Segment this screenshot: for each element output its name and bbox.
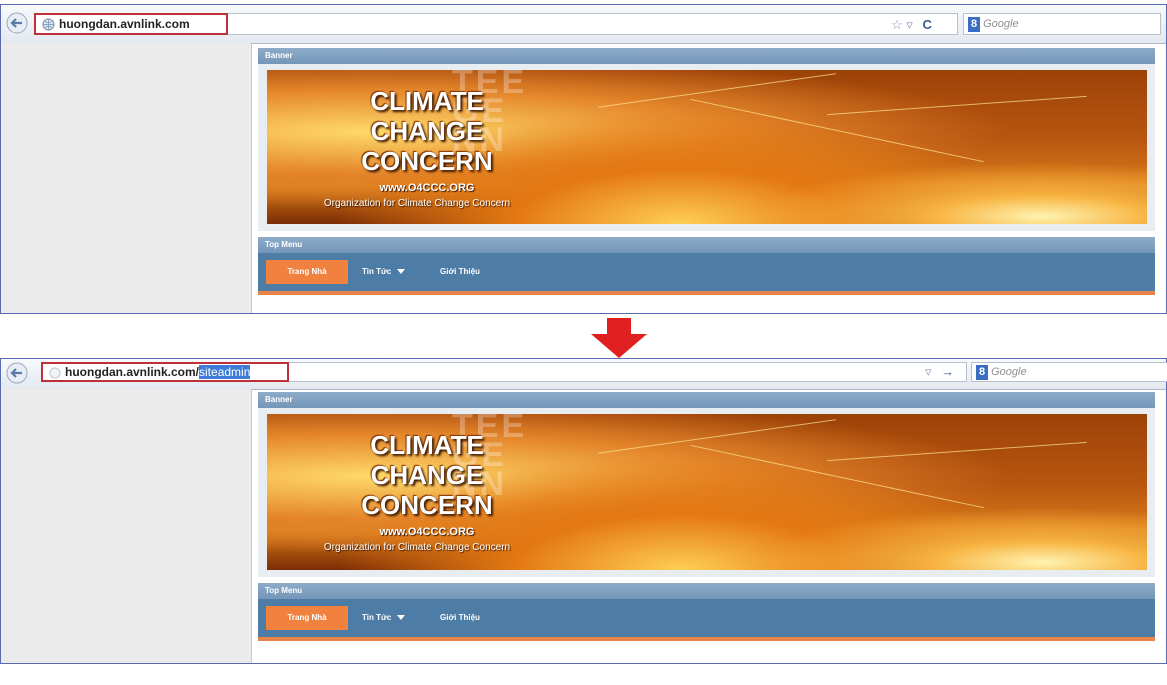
google-search-icon[interactable]: 8 xyxy=(968,17,981,32)
search-placeholder: Google xyxy=(991,366,1027,378)
banner-title-line2: CHANGE xyxy=(370,116,484,146)
menu-item-news[interactable]: Tin Tức xyxy=(362,606,406,630)
banner-title-line1: CLIMATE xyxy=(370,430,484,460)
banner-title-line2: CHANGE xyxy=(370,460,484,490)
sidebar xyxy=(1,43,252,313)
banner-title-line3: CONCERN xyxy=(361,146,493,176)
screenshot-after: huongdan.avnlink.com/siteadmin ▿ → 8 Goog… xyxy=(0,358,1167,664)
menu-item-news-label: Tin Tức xyxy=(362,267,392,276)
climate-banner-image: TEE GE NN CLIMATE CHANGE CONCERN www.O4CCC… xyxy=(267,70,1147,224)
menu-item-home[interactable]: Trang Nhà xyxy=(266,260,348,284)
url-text: huongdan.avnlink.com/ xyxy=(65,365,200,379)
url-text: huongdan.avnlink.com xyxy=(59,17,190,31)
banner-title-line1: CLIMATE xyxy=(370,86,484,116)
browser-toolbar: huongdan.avnlink.com ☆ ▿ C 8 Google xyxy=(1,5,1166,44)
back-arrow-icon[interactable] xyxy=(5,361,31,385)
top-menu-bar: Trang Nhà Tin Tức Giới Thiệu xyxy=(258,599,1155,641)
url-selected-text: siteadmin xyxy=(199,365,251,379)
banner-website: www.O4CCC.ORG xyxy=(379,182,475,194)
banner-website: www.O4CCC.ORG xyxy=(379,526,475,538)
forward-arrow-icon[interactable]: → xyxy=(941,364,954,379)
dropdown-icon[interactable]: ▿ xyxy=(925,364,932,379)
address-bar[interactable]: huongdan.avnlink.com/siteadmin xyxy=(41,362,289,382)
menu-item-news-label: Tin Tức xyxy=(362,613,392,622)
page-content: Banner TEE GE NN CLIMATE CHANGE CONCERN ww… xyxy=(258,48,1155,295)
search-placeholder: Google xyxy=(983,18,1019,30)
refresh-icon[interactable]: C xyxy=(922,17,931,32)
menu-item-about[interactable]: Giới Thiệu xyxy=(440,606,480,630)
banner-section-header: Banner xyxy=(258,48,1155,64)
browser-toolbar: huongdan.avnlink.com/siteadmin ▿ → 8 Goog… xyxy=(1,359,1167,390)
address-field-extension[interactable] xyxy=(289,362,967,382)
caret-down-icon xyxy=(397,615,406,621)
menu-item-news[interactable]: Tin Tức xyxy=(362,260,406,284)
sidebar xyxy=(1,389,252,663)
page-content: Banner TEE GE NN CLIMATE CHANGE CONCERN ww… xyxy=(258,392,1155,641)
banner-org-name: Organization for Climate Change Concern xyxy=(323,542,511,553)
top-menu-section-header: Top Menu xyxy=(258,237,1155,253)
climate-banner-image: TEE GE NN CLIMATE CHANGE CONCERN www.O4CCC… xyxy=(267,414,1147,570)
globe-icon xyxy=(42,18,55,31)
back-arrow-icon[interactable] xyxy=(5,11,31,35)
top-menu-section-header: Top Menu xyxy=(258,583,1155,599)
search-box[interactable]: 8 Google xyxy=(963,13,1161,35)
top-menu-bar: Trang Nhà Tin Tức Giới Thiệu xyxy=(258,253,1155,295)
menu-item-about[interactable]: Giới Thiệu xyxy=(440,260,480,284)
bookmark-star-icon[interactable]: ☆ xyxy=(891,17,903,32)
address-field-extension[interactable] xyxy=(228,13,958,35)
banner-title-line3: CONCERN xyxy=(361,490,493,520)
address-bar[interactable]: huongdan.avnlink.com xyxy=(34,13,228,35)
menu-item-home[interactable]: Trang Nhà xyxy=(266,606,348,630)
dropdown-icon[interactable]: ▿ xyxy=(906,17,913,32)
caret-down-icon xyxy=(397,269,406,275)
search-box[interactable]: 8 Google xyxy=(971,362,1167,382)
google-search-icon[interactable]: 8 xyxy=(976,365,989,380)
screenshot-before: huongdan.avnlink.com ☆ ▿ C 8 Google Banne… xyxy=(0,4,1167,314)
globe-icon xyxy=(49,367,61,379)
banner-org-name: Organization for Climate Change Concern xyxy=(323,198,511,209)
banner-section-header: Banner xyxy=(258,392,1155,408)
down-arrow-icon xyxy=(591,318,647,358)
